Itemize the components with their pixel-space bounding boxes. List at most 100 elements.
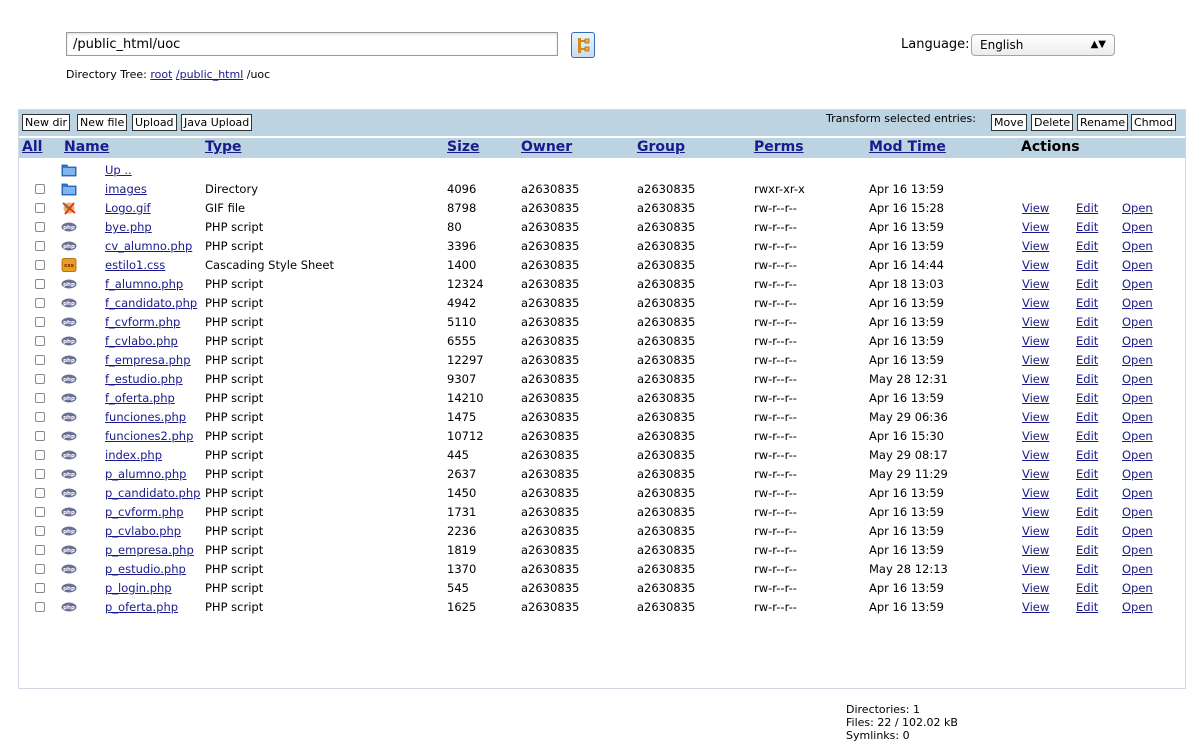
row-checkbox[interactable]: [35, 184, 45, 194]
open-link[interactable]: Open: [1122, 410, 1153, 424]
row-checkbox[interactable]: [35, 241, 45, 251]
file-name-link[interactable]: images: [105, 182, 147, 196]
view-link[interactable]: View: [1022, 220, 1049, 234]
view-link[interactable]: View: [1022, 372, 1049, 386]
file-name-link[interactable]: funciones2.php: [105, 429, 193, 443]
row-checkbox[interactable]: [35, 336, 45, 346]
open-link[interactable]: Open: [1122, 391, 1153, 405]
view-link[interactable]: View: [1022, 429, 1049, 443]
edit-link[interactable]: Edit: [1076, 258, 1098, 272]
row-checkbox[interactable]: [35, 203, 45, 213]
file-name-link[interactable]: f_alumno.php: [105, 277, 183, 291]
view-link[interactable]: View: [1022, 239, 1049, 253]
file-name-link[interactable]: f_oferta.php: [105, 391, 175, 405]
open-link[interactable]: Open: [1122, 505, 1153, 519]
view-link[interactable]: View: [1022, 524, 1049, 538]
open-link[interactable]: Open: [1122, 277, 1153, 291]
view-link[interactable]: View: [1022, 277, 1049, 291]
row-checkbox[interactable]: [35, 260, 45, 270]
open-link[interactable]: Open: [1122, 372, 1153, 386]
row-checkbox[interactable]: [35, 298, 45, 308]
view-link[interactable]: View: [1022, 467, 1049, 481]
file-name-link[interactable]: cv_alumno.php: [105, 239, 192, 253]
open-link[interactable]: Open: [1122, 448, 1153, 462]
file-name-link[interactable]: f_cvlabo.php: [105, 334, 178, 348]
file-name-link[interactable]: Logo.gif: [105, 201, 151, 215]
file-name-link[interactable]: p_empresa.php: [105, 543, 194, 557]
edit-link[interactable]: Edit: [1076, 524, 1098, 538]
file-name-link[interactable]: p_login.php: [105, 581, 172, 595]
open-link[interactable]: Open: [1122, 296, 1153, 310]
view-link[interactable]: View: [1022, 353, 1049, 367]
open-link[interactable]: Open: [1122, 486, 1153, 500]
open-link[interactable]: Open: [1122, 353, 1153, 367]
open-link[interactable]: Open: [1122, 258, 1153, 272]
edit-link[interactable]: Edit: [1076, 220, 1098, 234]
breadcrumb-root[interactable]: root: [150, 68, 172, 81]
file-name-link[interactable]: funciones.php: [105, 410, 186, 424]
row-checkbox[interactable]: [35, 374, 45, 384]
new-file-button[interactable]: New file: [77, 114, 128, 131]
upload-button[interactable]: Upload: [132, 114, 177, 131]
view-link[interactable]: View: [1022, 543, 1049, 557]
edit-link[interactable]: Edit: [1076, 600, 1098, 614]
row-checkbox[interactable]: [35, 564, 45, 574]
header-name[interactable]: Name: [64, 139, 109, 155]
header-perms[interactable]: Perms: [754, 139, 804, 155]
file-name-link[interactable]: estilo1.css: [105, 258, 165, 272]
open-link[interactable]: Open: [1122, 239, 1153, 253]
edit-link[interactable]: Edit: [1076, 372, 1098, 386]
view-link[interactable]: View: [1022, 296, 1049, 310]
view-link[interactable]: View: [1022, 581, 1049, 595]
open-link[interactable]: Open: [1122, 581, 1153, 595]
rename-button[interactable]: Rename: [1077, 114, 1129, 131]
file-name-link[interactable]: f_empresa.php: [105, 353, 191, 367]
new-dir-button[interactable]: New dir: [22, 114, 71, 131]
file-name-link[interactable]: f_candidato.php: [105, 296, 197, 310]
row-checkbox[interactable]: [35, 412, 45, 422]
view-link[interactable]: View: [1022, 201, 1049, 215]
row-checkbox[interactable]: [35, 602, 45, 612]
delete-button[interactable]: Delete: [1031, 114, 1074, 131]
file-name-link[interactable]: p_oferta.php: [105, 600, 178, 614]
header-owner[interactable]: Owner: [521, 139, 572, 155]
view-link[interactable]: View: [1022, 315, 1049, 329]
file-name-link[interactable]: p_candidato.php: [105, 486, 200, 500]
open-link[interactable]: Open: [1122, 524, 1153, 538]
row-checkbox[interactable]: [35, 431, 45, 441]
header-size[interactable]: Size: [447, 139, 480, 155]
file-name-link[interactable]: f_cvform.php: [105, 315, 180, 329]
edit-link[interactable]: Edit: [1076, 239, 1098, 253]
row-checkbox[interactable]: [35, 317, 45, 327]
java-upload-button[interactable]: Java Upload: [181, 114, 253, 131]
row-checkbox[interactable]: [35, 488, 45, 498]
edit-link[interactable]: Edit: [1076, 467, 1098, 481]
open-link[interactable]: Open: [1122, 315, 1153, 329]
edit-link[interactable]: Edit: [1076, 410, 1098, 424]
edit-link[interactable]: Edit: [1076, 353, 1098, 367]
language-select[interactable]: English ▲▼: [971, 34, 1115, 56]
row-checkbox[interactable]: [35, 279, 45, 289]
tree-view-button[interactable]: [571, 32, 595, 58]
edit-link[interactable]: Edit: [1076, 277, 1098, 291]
view-link[interactable]: View: [1022, 505, 1049, 519]
row-checkbox[interactable]: [35, 393, 45, 403]
row-checkbox[interactable]: [35, 450, 45, 460]
view-link[interactable]: View: [1022, 258, 1049, 272]
file-name-link[interactable]: p_cvform.php: [105, 505, 184, 519]
file-name-link[interactable]: f_estudio.php: [105, 372, 183, 386]
open-link[interactable]: Open: [1122, 543, 1153, 557]
row-checkbox[interactable]: [35, 222, 45, 232]
open-link[interactable]: Open: [1122, 600, 1153, 614]
row-checkbox[interactable]: [35, 545, 45, 555]
row-checkbox[interactable]: [35, 469, 45, 479]
view-link[interactable]: View: [1022, 410, 1049, 424]
edit-link[interactable]: Edit: [1076, 429, 1098, 443]
edit-link[interactable]: Edit: [1076, 296, 1098, 310]
move-button[interactable]: Move: [991, 114, 1027, 131]
edit-link[interactable]: Edit: [1076, 334, 1098, 348]
file-name-link[interactable]: index.php: [105, 448, 162, 462]
file-name-link[interactable]: p_cvlabo.php: [105, 524, 181, 538]
view-link[interactable]: View: [1022, 334, 1049, 348]
header-all[interactable]: All: [22, 139, 42, 155]
